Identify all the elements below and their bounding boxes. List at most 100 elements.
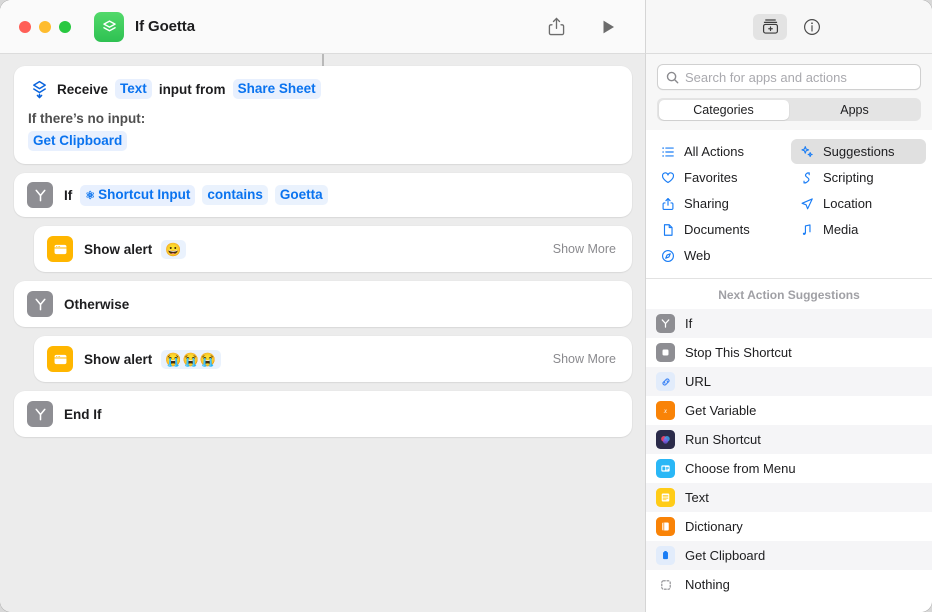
list-item[interactable]: Nothing bbox=[646, 570, 932, 599]
minimize-button[interactable] bbox=[39, 21, 51, 33]
show-more-button[interactable]: Show More bbox=[553, 352, 616, 366]
if-branch-icon bbox=[27, 401, 53, 427]
category-documents[interactable]: Documents bbox=[652, 217, 787, 242]
input-type-token[interactable]: Text bbox=[115, 79, 152, 99]
category-all-actions[interactable]: All Actions bbox=[652, 139, 787, 164]
no-input-label: If there’s no input: bbox=[28, 111, 618, 126]
if-variable-label: Shortcut Input bbox=[98, 187, 190, 202]
show-alert-icon bbox=[47, 236, 73, 262]
list-item-label: Dictionary bbox=[685, 519, 743, 534]
library-mode-segmented-control[interactable]: Categories Apps bbox=[657, 98, 921, 121]
category-media[interactable]: Media bbox=[791, 217, 926, 242]
list-item[interactable]: Dictionary bbox=[646, 512, 932, 541]
list-item[interactable]: Run Shortcut bbox=[646, 425, 932, 454]
safari-icon bbox=[659, 249, 676, 263]
shortcuts-window: If Goetta bbox=[0, 0, 932, 612]
show-alert-action-then[interactable]: Show alert 😀 Show More bbox=[34, 226, 632, 272]
alert-emoji-token[interactable]: 😭😭😭 bbox=[161, 350, 221, 369]
category-label: Web bbox=[684, 248, 711, 263]
if-variable-token[interactable]: ⚛Shortcut Input bbox=[80, 185, 195, 206]
category-label: Scripting bbox=[823, 170, 874, 185]
flow-connector bbox=[322, 54, 324, 66]
list-item[interactable]: Text bbox=[646, 483, 932, 512]
titlebar-right bbox=[645, 0, 932, 54]
variable-x-icon: x bbox=[656, 401, 675, 420]
list-item[interactable]: URL bbox=[646, 367, 932, 396]
zoom-button[interactable] bbox=[59, 21, 71, 33]
input-source-token[interactable]: Share Sheet bbox=[233, 79, 321, 99]
list-item[interactable]: If bbox=[646, 309, 932, 338]
receive-input-card[interactable]: Receive Text input from Share Sheet If t… bbox=[14, 66, 632, 164]
no-input-fallback-token[interactable]: Get Clipboard bbox=[28, 131, 127, 151]
alert-emoji-token[interactable]: 😀 bbox=[161, 240, 186, 259]
if-action-row[interactable]: If ⚛Shortcut Input contains Goetta bbox=[14, 173, 632, 217]
show-more-button[interactable]: Show More bbox=[553, 242, 616, 256]
list-item-label: Choose from Menu bbox=[685, 461, 796, 476]
action-library-icon[interactable] bbox=[753, 14, 787, 40]
list-item-label: Text bbox=[685, 490, 709, 505]
category-label: Documents bbox=[684, 222, 750, 237]
close-button[interactable] bbox=[19, 21, 31, 33]
info-icon[interactable] bbox=[799, 14, 825, 40]
if-value-token[interactable]: Goetta bbox=[275, 185, 328, 205]
category-location[interactable]: Location bbox=[791, 191, 926, 216]
scripting-icon bbox=[798, 171, 815, 185]
if-branch-icon bbox=[27, 291, 53, 317]
list-item[interactable]: Stop This Shortcut bbox=[646, 338, 932, 367]
if-operator-token[interactable]: contains bbox=[202, 185, 268, 205]
shortcuts-icon bbox=[94, 12, 124, 42]
list-item-label: If bbox=[685, 316, 692, 331]
category-label: Sharing bbox=[684, 196, 729, 211]
category-sharing[interactable]: Sharing bbox=[652, 191, 787, 216]
dashed-square-icon bbox=[656, 575, 675, 594]
show-alert-label: Show alert bbox=[84, 242, 152, 257]
tab-categories[interactable]: Categories bbox=[659, 100, 789, 120]
window-body: Receive Text input from Share Sheet If t… bbox=[0, 54, 932, 612]
clipboard-icon bbox=[656, 546, 675, 565]
category-label: Favorites bbox=[684, 170, 737, 185]
category-favorites[interactable]: Favorites bbox=[652, 165, 787, 190]
list-item[interactable]: x Get Variable bbox=[646, 396, 932, 425]
page-title: If Goetta bbox=[135, 18, 195, 35]
music-note-icon bbox=[798, 223, 815, 237]
list-item-label: Get Variable bbox=[685, 403, 756, 418]
receive-input-icon bbox=[28, 78, 50, 100]
show-alert-label: Show alert bbox=[84, 352, 152, 367]
list-item[interactable]: Get Clipboard bbox=[646, 541, 932, 570]
list-item[interactable]: Choose from Menu bbox=[646, 454, 932, 483]
svg-text:x: x bbox=[663, 407, 668, 415]
list-item-label: URL bbox=[685, 374, 711, 389]
play-icon[interactable] bbox=[593, 14, 623, 40]
category-scripting[interactable]: Scripting bbox=[791, 165, 926, 190]
titlebar: If Goetta bbox=[0, 0, 932, 54]
shortcut-editor: Receive Text input from Share Sheet If t… bbox=[0, 54, 645, 612]
if-branch-icon bbox=[27, 182, 53, 208]
document-icon bbox=[659, 223, 676, 237]
end-if-row[interactable]: End If bbox=[14, 391, 632, 437]
otherwise-row[interactable]: Otherwise bbox=[14, 281, 632, 327]
if-label: If bbox=[64, 188, 72, 203]
suggestions-list: If Stop This Shortcut bbox=[646, 309, 932, 612]
category-label: Suggestions bbox=[823, 144, 895, 159]
list-item-label: Run Shortcut bbox=[685, 432, 761, 447]
tab-apps[interactable]: Apps bbox=[790, 100, 920, 120]
sparkles-icon bbox=[798, 145, 815, 159]
heart-icon bbox=[659, 171, 676, 185]
list-item-label: Nothing bbox=[685, 577, 730, 592]
list-item-label: Stop This Shortcut bbox=[685, 345, 792, 360]
shortcuts-glyph-icon bbox=[656, 430, 675, 449]
if-branch-icon bbox=[656, 314, 675, 333]
category-web[interactable]: Web bbox=[652, 243, 787, 268]
share-icon[interactable] bbox=[541, 14, 571, 40]
search-icon bbox=[666, 71, 679, 84]
receive-middle: input from bbox=[159, 82, 226, 97]
location-arrow-icon bbox=[798, 197, 815, 211]
search-field[interactable] bbox=[657, 64, 921, 90]
show-alert-icon bbox=[47, 346, 73, 372]
category-suggestions[interactable]: Suggestions bbox=[791, 139, 926, 164]
action-library-sidebar: Categories Apps All Actions bbox=[645, 54, 932, 612]
show-alert-action-else[interactable]: Show alert 😭😭😭 Show More bbox=[34, 336, 632, 382]
search-input[interactable] bbox=[685, 70, 912, 85]
end-if-label: End If bbox=[64, 407, 102, 422]
otherwise-label: Otherwise bbox=[64, 297, 129, 312]
